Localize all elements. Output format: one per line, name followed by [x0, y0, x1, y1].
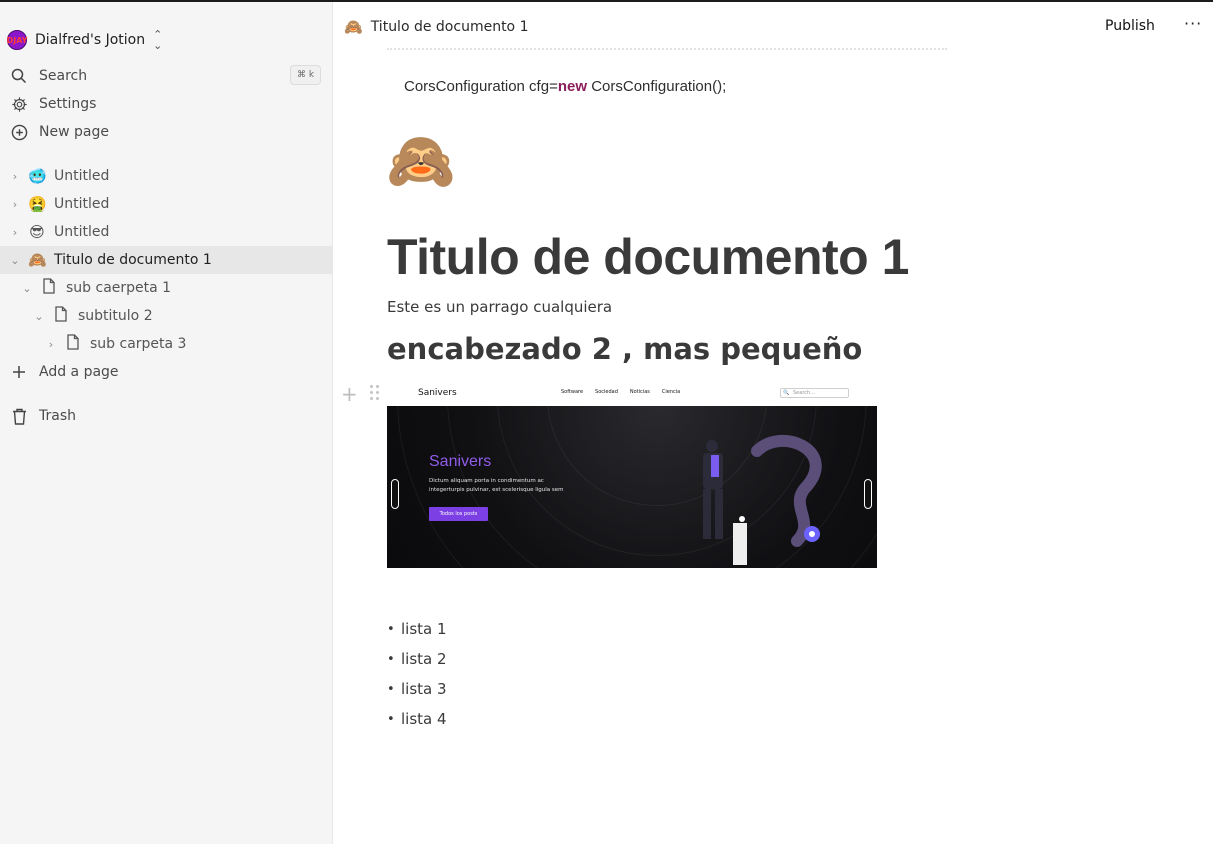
more-options-icon[interactable]: ···	[1184, 14, 1202, 33]
sidebar-subpage-2[interactable]: ⌄ subtitulo 2	[0, 302, 333, 330]
settings-label: Settings	[39, 96, 97, 112]
sidebar-page-untitled-2[interactable]: › 🤮 Untitled	[0, 190, 333, 218]
sidebar-page-untitled-1[interactable]: › 🥶 Untitled	[0, 162, 333, 190]
image-hero: Sanivers Dictum aliquam porta in condime…	[387, 380, 877, 568]
chevron-down-icon[interactable]: ⌄	[10, 254, 20, 267]
sidebar-subpage-3[interactable]: › sub carpeta 3	[0, 330, 333, 358]
breadcrumb[interactable]: 🙈 Titulo de documento 1	[344, 18, 528, 36]
code-keyword: new	[557, 78, 588, 95]
list-item-text: lista 2	[401, 650, 447, 668]
page-label: Untitled	[54, 168, 110, 184]
page-emoji-icon: 🙈	[344, 18, 363, 36]
page-emoji-icon: 🥶	[28, 167, 47, 185]
chevron-right-icon[interactable]: ›	[10, 198, 20, 211]
page-emoji-icon: 🤮	[28, 195, 47, 213]
page-title[interactable]: Titulo de documento 1	[387, 228, 909, 286]
trash-button[interactable]: Trash	[10, 404, 76, 428]
list-item[interactable]: • lista 3	[387, 674, 447, 704]
page-label: Untitled	[54, 196, 110, 212]
plus-icon	[10, 363, 28, 381]
cropped-image-edge	[387, 48, 947, 52]
heading2-block[interactable]: encabezado 2 , mas pequeño	[387, 332, 862, 366]
workspace-avatar: DJAY	[7, 30, 27, 50]
drag-handle-icon[interactable]	[370, 385, 380, 401]
list-item[interactable]: • lista 4	[387, 704, 447, 734]
bullet-icon: •	[387, 681, 395, 697]
page-icon[interactable]: 🙈	[386, 134, 456, 190]
list-item-text: lista 4	[401, 710, 447, 728]
search-button[interactable]: Search	[10, 64, 87, 88]
search-icon	[10, 67, 28, 85]
document-icon	[54, 306, 68, 326]
list-item[interactable]: • lista 1	[387, 614, 447, 644]
page-label: subtitulo 2	[78, 308, 153, 324]
bullet-icon: •	[387, 711, 395, 727]
image-hero-title: Sanivers	[429, 453, 492, 470]
sidebar-page-untitled-3[interactable]: › 😎 Untitled	[0, 218, 333, 246]
search-label: Search	[39, 68, 88, 84]
sidebar-page-titulo-documento-1[interactable]: ⌄ 🙈 Titulo de documento 1	[0, 246, 333, 274]
illustration-icon	[703, 435, 822, 565]
new-page-button[interactable]: New page	[10, 120, 109, 144]
workspace-name: Dialfred's Jotion	[35, 32, 146, 48]
sidebar-subpage-1[interactable]: ⌄ sub caerpeta 1	[0, 274, 333, 302]
workspace-switcher[interactable]: DJAY Dialfred's Jotion ⌃ ⌄	[7, 28, 163, 52]
list-item[interactable]: • lista 2	[387, 644, 447, 674]
page-label: sub carpeta 3	[90, 336, 187, 352]
page-label: Untitled	[54, 224, 110, 240]
bullet-list: • lista 1 • lista 2 • lista 3 • lista 4	[387, 614, 447, 734]
trash-icon	[10, 407, 28, 425]
chevron-right-icon[interactable]: ›	[46, 338, 56, 351]
image-hero-text: Dictum aliquam porta in condimentum ac i…	[429, 478, 564, 493]
bullet-icon: •	[387, 651, 395, 667]
document-icon	[42, 278, 56, 298]
publish-button[interactable]: Publish	[1105, 18, 1155, 34]
code-snippet-image: CorsConfiguration cfg=new CorsConfigurat…	[404, 78, 726, 95]
document-icon	[66, 334, 80, 354]
image-block[interactable]: Sanivers Software Sociedad Noticias Cien…	[387, 380, 877, 568]
trash-label: Trash	[39, 408, 76, 424]
settings-button[interactable]: Settings	[10, 92, 96, 116]
chevron-right-icon[interactable]: ›	[10, 226, 20, 239]
page-label: sub caerpeta 1	[66, 280, 172, 296]
add-page-label: Add a page	[39, 364, 119, 380]
breadcrumb-title: Titulo de documento 1	[370, 19, 529, 35]
list-item-text: lista 1	[401, 620, 447, 638]
code-text: CorsConfiguration cfg=	[404, 78, 558, 95]
chevron-right-icon[interactable]: ›	[10, 170, 20, 183]
chevron-down-icon[interactable]: ⌄	[22, 282, 32, 295]
paragraph-block[interactable]: Este es un parrago cualquiera	[387, 298, 612, 316]
page-emoji-icon: 🙈	[28, 251, 47, 269]
add-page-button[interactable]: Add a page	[10, 360, 119, 384]
sidebar: DJAY Dialfred's Jotion ⌃ ⌄ Search ⌘ k Set…	[0, 2, 333, 844]
list-item-text: lista 3	[401, 680, 447, 698]
resize-handle-left[interactable]	[391, 479, 399, 509]
gear-icon	[10, 95, 28, 113]
plus-circle-icon	[10, 123, 28, 141]
code-text: CorsConfiguration();	[587, 78, 727, 95]
add-block-icon[interactable]: +	[341, 382, 358, 406]
chevron-down-icon[interactable]: ⌄	[34, 310, 44, 323]
search-shortcut: ⌘ k	[290, 65, 321, 85]
page-emoji-icon: 😎	[29, 223, 45, 241]
bullet-icon: •	[387, 621, 395, 637]
page-label: Titulo de documento 1	[54, 252, 212, 268]
resize-handle-right[interactable]	[864, 479, 872, 509]
chevron-updown-icon: ⌃ ⌄	[153, 28, 163, 52]
new-page-label: New page	[39, 124, 109, 140]
image-hero-button: Todos los posts	[429, 507, 488, 521]
